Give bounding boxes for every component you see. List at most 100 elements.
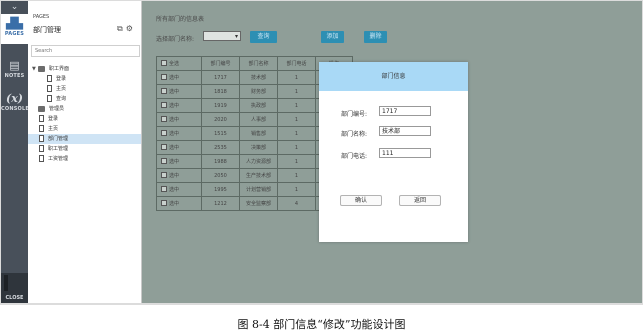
tree-label: 登录 <box>48 116 59 122</box>
rail-tab-notes[interactable]: ▤ NOTES <box>1 56 28 86</box>
table-cell: 1 <box>277 168 316 183</box>
panel-tools: ⧉ ⚙ <box>117 24 136 34</box>
panel-caption: PAGES <box>33 14 50 20</box>
tree-page-login[interactable]: 登录 <box>28 114 141 124</box>
close-label: CLOSE <box>5 295 24 301</box>
table-cell: 人力资源部 <box>239 154 278 169</box>
collapse-chevron-icon[interactable]: ⌄ <box>1 1 28 13</box>
table-cell: 2050 <box>201 168 240 183</box>
row-select-cell[interactable]: 选中 <box>156 196 202 211</box>
table-cell: 1919 <box>201 98 240 113</box>
dept-name-label: 部门名称: <box>341 131 368 138</box>
dept-phone-field[interactable]: 111 <box>379 148 431 158</box>
notes-icon: ▤ <box>9 59 20 72</box>
panel-title: 部门管理 <box>33 26 61 34</box>
table-cell: 技术部 <box>239 70 278 85</box>
row-select-cell[interactable]: 选中 <box>156 126 202 141</box>
folder-icon <box>38 65 45 72</box>
panel-handle-icon <box>4 275 8 291</box>
dept-name-field[interactable]: 技术部 <box>379 126 431 136</box>
table-cell: 执政部 <box>239 98 278 113</box>
table-cell: 1515 <box>201 126 240 141</box>
close-panel-button[interactable]: CLOSE <box>1 273 28 303</box>
tree-label: 职工管理 <box>48 146 69 152</box>
table-cell: 1212 <box>201 196 240 211</box>
app-frame: ⌄ ▟▙ PAGES ▤ NOTES (x) CONSOLE CLOSE PAG… <box>0 0 643 305</box>
left-rail: ⌄ ▟▙ PAGES ▤ NOTES (x) CONSOLE CLOSE <box>1 1 29 303</box>
tree-label: 职工界面 <box>49 66 70 72</box>
page-icon <box>39 145 44 152</box>
checkbox-icon[interactable] <box>161 186 167 192</box>
tree-page-staff-home[interactable]: 主页 <box>28 84 141 94</box>
tree-page-staff-admin[interactable]: 职工管理 <box>28 144 141 154</box>
table-cell: 2020 <box>201 112 240 127</box>
table-cell: 1 <box>277 154 316 169</box>
table-cell: 1988 <box>201 154 240 169</box>
tree-label: 管理员 <box>49 106 65 112</box>
sitemap-icon: ▟▙ <box>6 17 23 30</box>
checkbox-icon[interactable] <box>161 130 167 136</box>
page-icon <box>39 115 44 122</box>
department-info-dialog: 部门信息 部门编号: 1717 部门名称: 技术部 部门电话: 111 确认 返… <box>319 62 468 242</box>
tree-label: 主页 <box>48 126 59 132</box>
row-select-cell[interactable]: 选中 <box>156 98 202 113</box>
tree-folder-admin[interactable]: 管理员 <box>28 104 141 114</box>
pages-search-input[interactable] <box>31 45 140 57</box>
tree-page-staff-query[interactable]: 查询 <box>28 94 141 104</box>
row-select-cell[interactable]: 选中 <box>156 140 202 155</box>
table-cell: 1 <box>277 126 316 141</box>
tree-label: 查询 <box>56 96 67 102</box>
table-header: 部门编号 <box>201 56 240 71</box>
rail-tab-pages[interactable]: ▟▙ PAGES <box>1 14 28 44</box>
checkbox-icon[interactable] <box>161 200 167 206</box>
row-select-cell[interactable]: 选中 <box>156 84 202 99</box>
tree-page-department[interactable]: 部门管理 <box>28 134 141 144</box>
pages-panel: PAGES 部门管理 ⧉⚙ ▼职工界面 登录 主页 查询 管理员 登录 <box>28 1 142 303</box>
rail-tab-console[interactable]: (x) CONSOLE <box>1 89 29 119</box>
delete-button[interactable]: 删除 <box>364 31 387 43</box>
table-cell: 1717 <box>201 70 240 85</box>
department-select[interactable]: ▾ <box>203 31 241 41</box>
checkbox-icon[interactable] <box>161 102 167 108</box>
checkbox-icon[interactable] <box>161 172 167 178</box>
row-select-cell[interactable]: 选中 <box>156 112 202 127</box>
row-select-cell[interactable]: 选中 <box>156 70 202 85</box>
export-icon[interactable]: ⧉ <box>117 24 123 33</box>
page-icon <box>47 95 52 102</box>
checkbox-icon[interactable] <box>161 88 167 94</box>
folder-icon <box>38 105 45 112</box>
settings-icon[interactable]: ⚙ <box>126 24 133 33</box>
table-cell: 1 <box>277 182 316 197</box>
dept-id-label: 部门编号: <box>341 111 368 118</box>
tree-folder-staff[interactable]: ▼ 职工界面 <box>28 64 141 74</box>
checkbox-icon[interactable] <box>161 116 167 122</box>
table-cell: 安全监察部 <box>239 196 278 211</box>
select-all-cell[interactable]: 全选 <box>156 56 202 71</box>
tree-page-staff-login[interactable]: 登录 <box>28 74 141 84</box>
back-button[interactable]: 返回 <box>399 195 441 206</box>
tree-label: 工资管理 <box>48 156 69 162</box>
table-cell: 人事部 <box>239 112 278 127</box>
console-icon: (x) <box>6 92 23 105</box>
page-icon <box>39 135 44 142</box>
department-select-label: 选择部门名称: <box>156 36 195 43</box>
table-cell: 1 <box>277 140 316 155</box>
table-header: 部门电话 <box>277 56 316 71</box>
tree-label: 主页 <box>56 86 67 92</box>
confirm-button[interactable]: 确认 <box>340 195 382 206</box>
checkbox-icon[interactable] <box>161 144 167 150</box>
row-select-cell[interactable]: 选中 <box>156 154 202 169</box>
tree-page-salary[interactable]: 工资管理 <box>28 154 141 164</box>
checkbox-icon[interactable] <box>161 60 167 66</box>
checkbox-icon[interactable] <box>161 74 167 80</box>
row-select-cell[interactable]: 选中 <box>156 168 202 183</box>
query-button[interactable]: 查询 <box>250 31 277 43</box>
row-select-cell[interactable]: 选中 <box>156 182 202 197</box>
table-header: 部门名称 <box>239 56 278 71</box>
table-cell: 1 <box>277 84 316 99</box>
tree-label: 登录 <box>56 76 67 82</box>
add-button[interactable]: 添加 <box>321 31 344 43</box>
checkbox-icon[interactable] <box>161 158 167 164</box>
dept-id-field[interactable]: 1717 <box>379 106 431 116</box>
tree-page-home[interactable]: 主页 <box>28 124 141 134</box>
